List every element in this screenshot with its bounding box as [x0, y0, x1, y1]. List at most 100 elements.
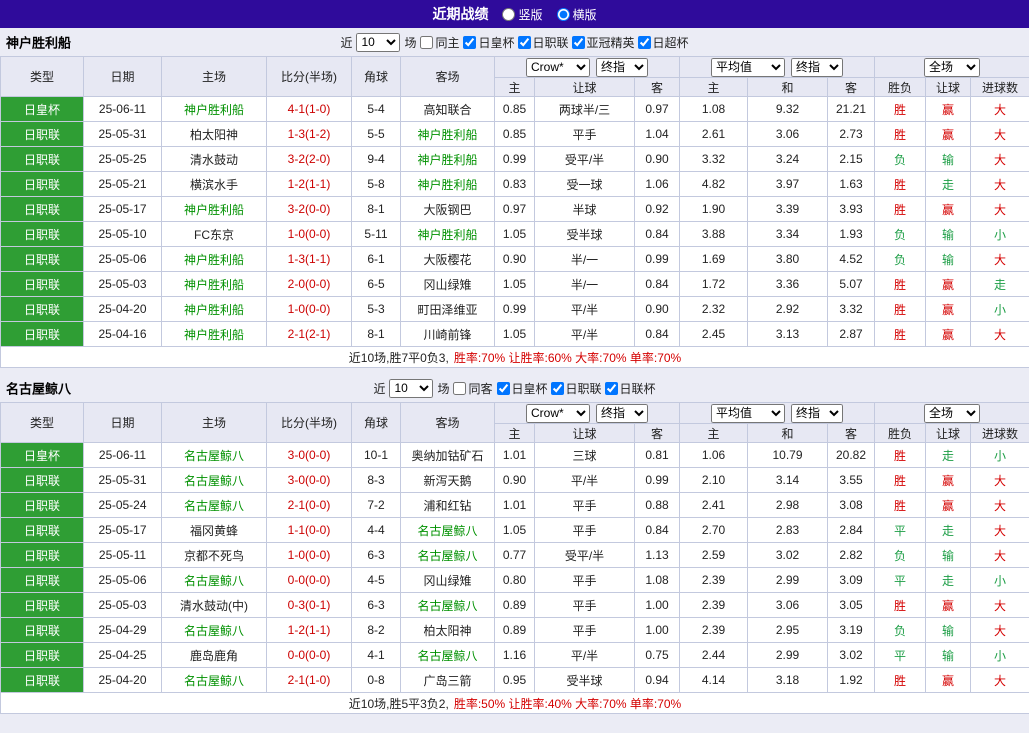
away-team[interactable]: 川崎前锋 — [400, 321, 495, 347]
col-home: 主场 — [161, 402, 267, 443]
table-row: 日职联 25-05-11 京都不死鸟 1-0(0-0) 6-3 名古屋鲸八 0.… — [0, 542, 1029, 568]
scope-select[interactable]: 全场 — [924, 57, 981, 77]
competition-filter[interactable]: 日联杯 — [604, 380, 656, 397]
odds-stage-select[interactable]: 终指 — [596, 57, 648, 77]
rounds-select[interactable]: 10 — [389, 378, 434, 398]
result-outcome: 负 — [874, 246, 927, 272]
home-team[interactable]: 名古屋鲸八 — [161, 667, 267, 693]
away-team[interactable]: 新泻天鹅 — [400, 467, 495, 493]
competition-type: 日职联 — [0, 171, 84, 197]
home-team[interactable]: 横滨水手 — [161, 171, 267, 197]
result-goals: 小 — [970, 642, 1029, 668]
filter-bar: 近 10 场 同主 日皇杯 日职联 亚冠精英 日超杯 — [340, 32, 689, 52]
competition-checkbox[interactable] — [550, 381, 564, 395]
competition-checkbox[interactable] — [517, 35, 531, 49]
away-team[interactable]: 大阪钢巴 — [400, 196, 495, 222]
table-row: 日职联 25-05-06 名古屋鲸八 0-0(0-0) 4-5 冈山绿雉 0.8… — [0, 567, 1029, 593]
corners: 10-1 — [351, 442, 401, 468]
home-team[interactable]: 神户胜利船 — [161, 246, 267, 272]
subcol-goals: 进球数 — [970, 77, 1029, 97]
filter-bar: 近 10 场 同客 日皇杯 日职联 日联杯 — [373, 378, 656, 398]
avg-stage-select[interactable]: 终指 — [791, 57, 843, 77]
vertical-radio[interactable] — [502, 7, 516, 21]
competition-filter[interactable]: 日皇杯 — [463, 34, 515, 51]
competition-checkbox[interactable] — [463, 35, 477, 49]
home-team[interactable]: 神户胜利船 — [161, 296, 267, 322]
away-team[interactable]: 广岛三箭 — [400, 667, 495, 693]
avg-home: 4.14 — [679, 667, 748, 693]
home-team[interactable]: 名古屋鲸八 — [161, 442, 267, 468]
home-team[interactable]: 名古屋鲸八 — [161, 617, 267, 643]
away-team[interactable]: 神户胜利船 — [400, 221, 495, 247]
same-venue-filter[interactable]: 同客 — [453, 380, 493, 397]
away-team[interactable]: 神户胜利船 — [400, 171, 495, 197]
result-outcome: 胜 — [874, 271, 927, 297]
layout-option-horizontal[interactable]: 横版 — [556, 6, 597, 23]
subcol-avg-away: 客 — [826, 423, 876, 443]
subcol-odds-home: 主 — [494, 423, 535, 443]
average-select[interactable]: 平均值 — [711, 57, 785, 77]
home-team[interactable]: FC东京 — [161, 221, 267, 247]
layout-option-vertical[interactable]: 竖版 — [502, 6, 543, 23]
away-team[interactable]: 高知联合 — [400, 96, 495, 122]
away-team[interactable]: 名古屋鲸八 — [400, 542, 495, 568]
odds-stage-select[interactable]: 终指 — [596, 403, 648, 423]
bookmaker-select[interactable]: Crow* — [526, 57, 590, 77]
result-handicap: 输 — [925, 642, 972, 668]
rounds-select[interactable]: 10 — [356, 32, 401, 52]
scope-select[interactable]: 全场 — [924, 403, 981, 423]
away-team[interactable]: 奥纳加钴矿石 — [400, 442, 495, 468]
competition-filter[interactable]: 日皇杯 — [496, 380, 548, 397]
competition-filter[interactable]: 日职联 — [550, 380, 602, 397]
avg-group-header: 平均值 终指 — [678, 56, 876, 78]
home-team[interactable]: 京都不死鸟 — [161, 542, 267, 568]
table-row: 日职联 25-05-03 清水鼓动(中) 0-3(0-1) 6-3 名古屋鲸八 … — [0, 592, 1029, 618]
home-team[interactable]: 福冈黄蜂 — [161, 517, 267, 543]
home-team[interactable]: 清水鼓动 — [161, 146, 267, 172]
away-team[interactable]: 名古屋鲸八 — [400, 592, 495, 618]
home-team[interactable]: 神户胜利船 — [161, 271, 267, 297]
competition-checkbox[interactable] — [496, 381, 510, 395]
away-team[interactable]: 大阪樱花 — [400, 246, 495, 272]
away-team[interactable]: 神户胜利船 — [400, 146, 495, 172]
match-date: 25-04-20 — [83, 667, 162, 693]
competition-checkbox[interactable] — [571, 35, 585, 49]
table-row: 日职联 25-05-31 柏太阳神 1-3(1-2) 5-5 神户胜利船 0.8… — [0, 121, 1029, 147]
home-team[interactable]: 名古屋鲸八 — [161, 567, 267, 593]
avg-stage-select[interactable]: 终指 — [791, 403, 843, 423]
competition-filter[interactable]: 日职联 — [517, 34, 569, 51]
competition-checkbox[interactable] — [604, 381, 618, 395]
home-team[interactable]: 清水鼓动(中) — [161, 592, 267, 618]
same-venue-checkbox[interactable] — [453, 381, 467, 395]
home-team[interactable]: 名古屋鲸八 — [161, 492, 267, 518]
home-team[interactable]: 柏太阳神 — [161, 121, 267, 147]
away-team[interactable]: 名古屋鲸八 — [400, 642, 495, 668]
average-select[interactable]: 平均值 — [711, 403, 785, 423]
away-team[interactable]: 町田泽维亚 — [400, 296, 495, 322]
result-handicap: 赢 — [925, 96, 972, 122]
home-team[interactable]: 神户胜利船 — [161, 196, 267, 222]
competition-filter[interactable]: 亚冠精英 — [571, 34, 635, 51]
away-team[interactable]: 冈山绿雉 — [400, 567, 495, 593]
home-team[interactable]: 神户胜利船 — [161, 321, 267, 347]
same-venue-checkbox[interactable] — [420, 35, 434, 49]
competition-checkbox[interactable] — [637, 35, 651, 49]
competition-filter[interactable]: 日超杯 — [637, 34, 689, 51]
home-team[interactable]: 鹿岛鹿角 — [161, 642, 267, 668]
bookmaker-select[interactable]: Crow* — [526, 403, 590, 423]
horizontal-radio[interactable] — [556, 7, 570, 21]
same-venue-filter[interactable]: 同主 — [420, 34, 459, 51]
away-team[interactable]: 浦和红钻 — [400, 492, 495, 518]
handicap-line: 受平/半 — [534, 542, 635, 568]
competition-type: 日职联 — [0, 542, 84, 568]
away-team[interactable]: 名古屋鲸八 — [400, 517, 495, 543]
away-team[interactable]: 柏太阳神 — [400, 617, 495, 643]
away-team[interactable]: 神户胜利船 — [400, 121, 495, 147]
avg-home: 1.72 — [679, 271, 748, 297]
score: 1-0(0-0) — [266, 221, 352, 247]
away-team[interactable]: 冈山绿雉 — [400, 271, 495, 297]
odds-home: 1.01 — [494, 492, 535, 518]
odds-home: 0.99 — [494, 146, 535, 172]
home-team[interactable]: 神户胜利船 — [161, 96, 267, 122]
home-team[interactable]: 名古屋鲸八 — [161, 467, 267, 493]
